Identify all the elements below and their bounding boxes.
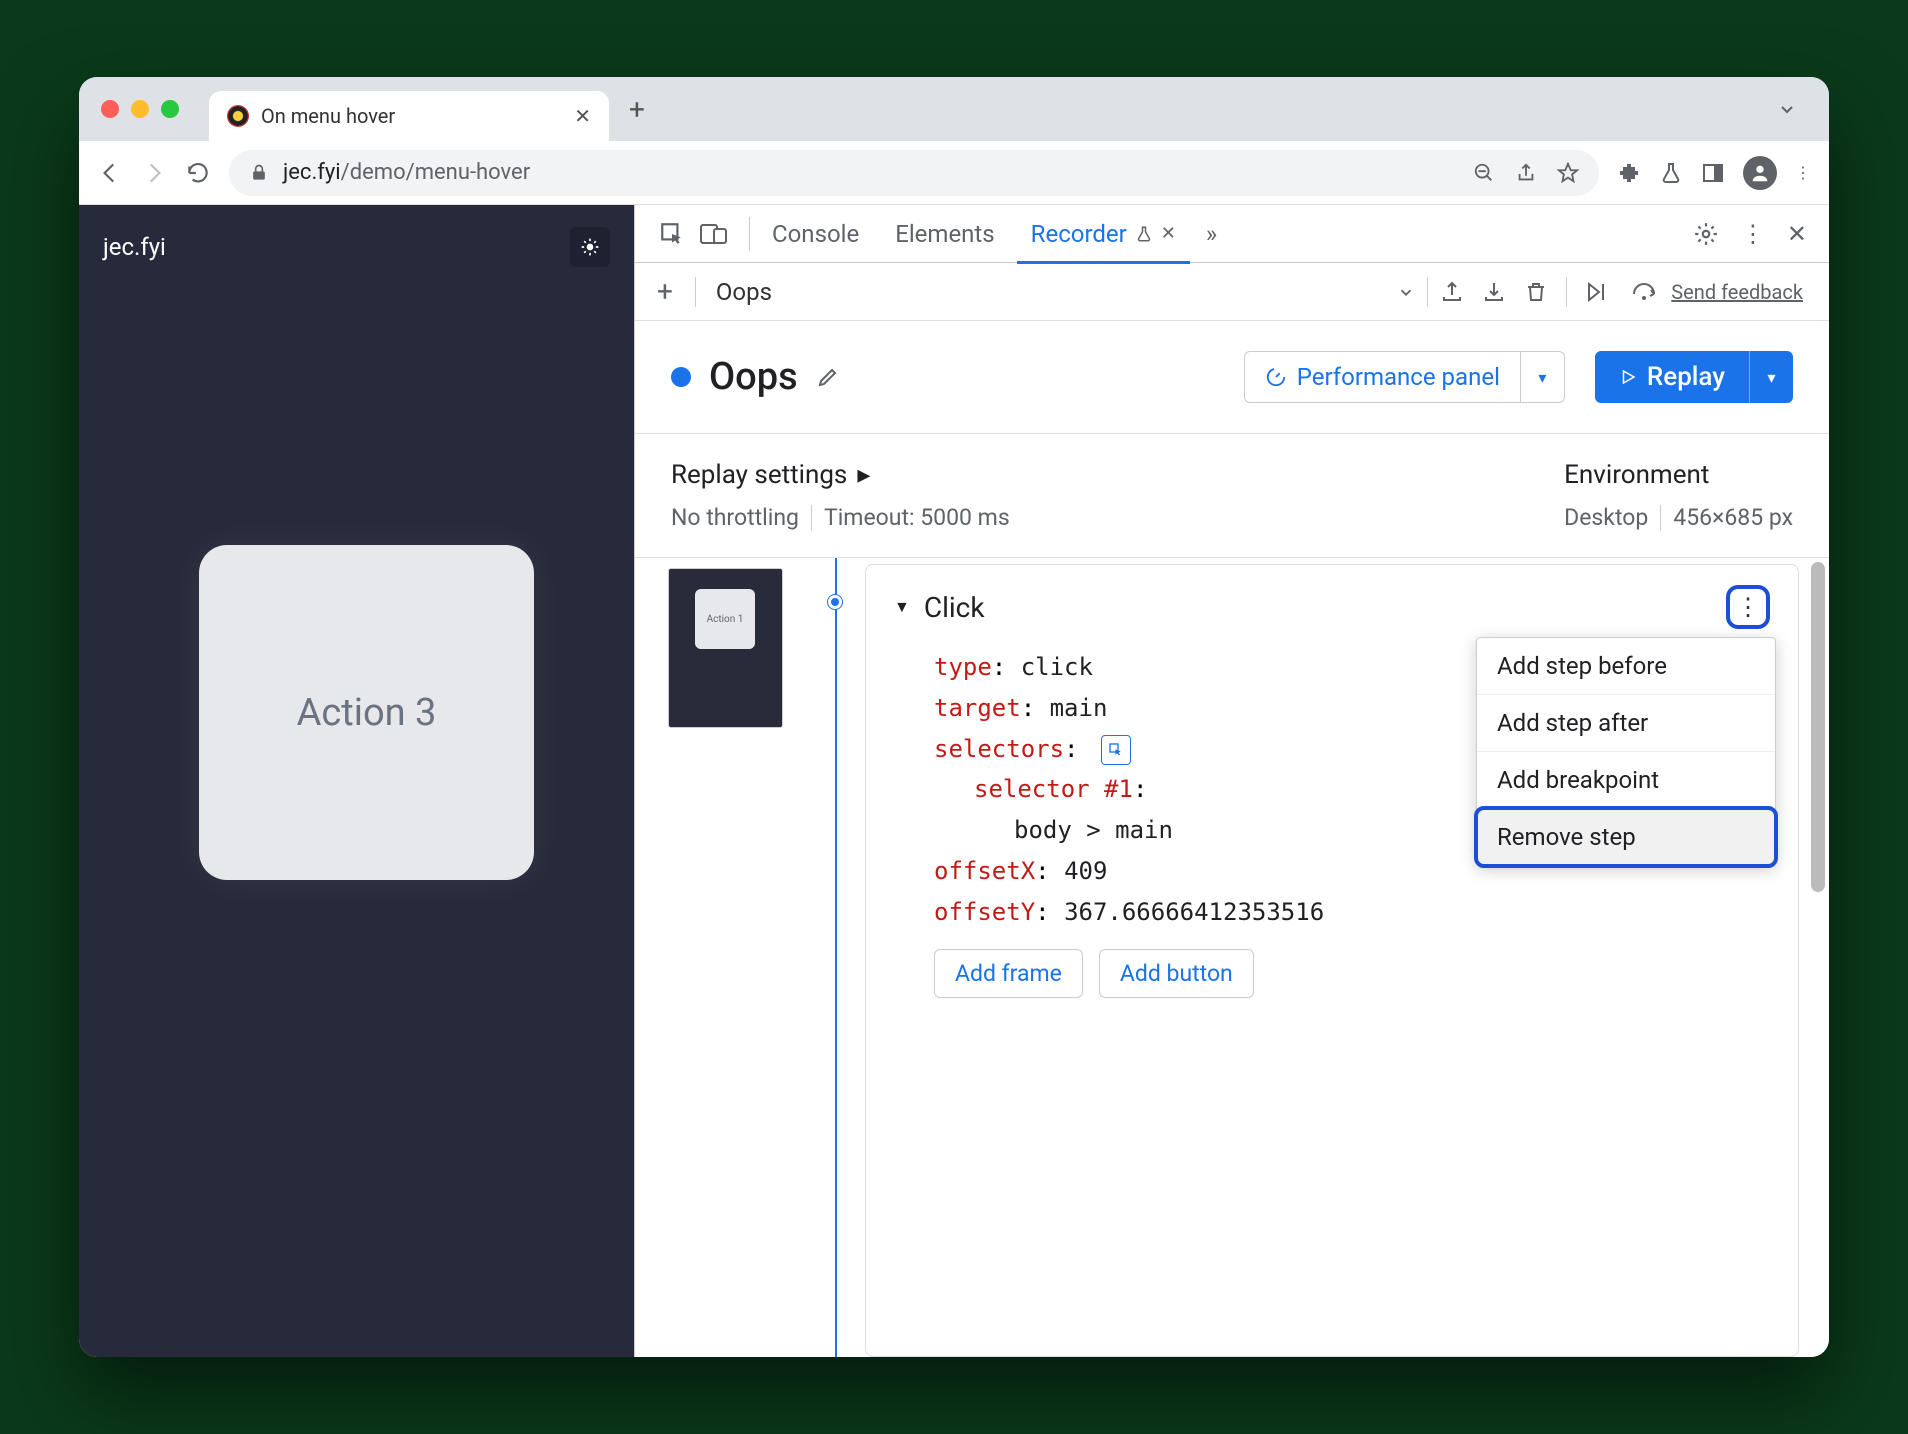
pick-selector-icon[interactable] (1101, 735, 1131, 765)
steps-area: Action 1 ▼ Click ⋮ type: click target: (635, 558, 1829, 1357)
performance-panel-button[interactable]: Performance panel ▾ (1244, 351, 1565, 403)
send-feedback-link[interactable]: Send feedback (1671, 280, 1803, 304)
devtools-panel: Console Elements Recorder ✕ » ⋮ ✕ + Oops (634, 205, 1829, 1357)
new-tab-button[interactable]: + (629, 93, 645, 126)
step-over-icon[interactable] (1631, 280, 1659, 304)
zoom-icon[interactable] (1473, 162, 1495, 184)
back-button[interactable] (97, 160, 123, 186)
tab-list-button[interactable] (1777, 99, 1797, 119)
scrollbar[interactable] (1811, 562, 1825, 892)
replay-settings-row: Replay settings ▸ No throttling Timeout:… (635, 434, 1829, 558)
edit-title-icon[interactable] (816, 365, 840, 389)
play-icon (1619, 368, 1637, 386)
forward-button[interactable] (141, 160, 167, 186)
profile-avatar[interactable] (1743, 156, 1777, 190)
browser-menu-icon[interactable]: ⋮ (1795, 163, 1811, 182)
gauge-icon (1265, 366, 1287, 388)
tab-elements[interactable]: Elements (881, 205, 1008, 263)
browser-tab[interactable]: On menu hover ✕ (209, 91, 609, 141)
share-icon[interactable] (1515, 162, 1537, 184)
delete-icon[interactable] (1524, 280, 1548, 304)
minimize-window-button[interactable] (131, 100, 149, 118)
ctx-add-step-after[interactable]: Add step after (1477, 695, 1775, 752)
timeline-node[interactable] (828, 595, 842, 609)
device-toggle-icon[interactable] (699, 221, 729, 247)
recording-dropdown-icon[interactable] (1397, 283, 1415, 301)
browser-window: On menu hover ✕ + jec.fyi/demo/menu-hove… (79, 77, 1829, 1357)
ctx-add-breakpoint[interactable]: Add breakpoint (1477, 752, 1775, 809)
recording-name-field[interactable]: Oops (708, 278, 1385, 306)
lock-icon (249, 163, 269, 183)
recording-status-dot (671, 367, 691, 387)
add-frame-button[interactable]: Add frame (934, 949, 1083, 998)
add-button-button[interactable]: Add button (1099, 949, 1254, 998)
kebab-menu-icon[interactable]: ⋮ (1741, 220, 1765, 248)
tab-console[interactable]: Console (758, 205, 873, 263)
favicon-icon (227, 105, 249, 127)
export-icon[interactable] (1440, 280, 1464, 304)
replay-button[interactable]: Replay ▾ (1595, 351, 1793, 403)
step-context-menu: Add step before Add step after Add break… (1476, 637, 1776, 866)
browser-tab-bar: On menu hover ✕ + (79, 77, 1829, 141)
replay-settings-toggle[interactable]: Replay settings ▸ (671, 460, 1010, 490)
step-card: ▼ Click ⋮ type: click target: main selec… (865, 564, 1799, 1357)
thumbnail-card: Action 1 (695, 589, 755, 649)
timeout-value: Timeout: 5000 ms (824, 504, 1010, 531)
url-text: jec.fyi/demo/menu-hover (283, 160, 1459, 185)
tab-title: On menu hover (261, 104, 562, 128)
close-devtools-icon[interactable]: ✕ (1787, 220, 1807, 248)
step-thumbnail[interactable]: Action 1 (668, 568, 783, 728)
import-icon[interactable] (1482, 280, 1506, 304)
recording-title: Oops (709, 355, 798, 399)
step-name: Click (924, 591, 985, 624)
environment-device: Desktop (1564, 504, 1648, 531)
reload-button[interactable] (185, 160, 211, 186)
panel-icon[interactable] (1701, 161, 1725, 185)
bookmark-icon[interactable] (1557, 162, 1579, 184)
close-tab-icon[interactable]: ✕ (1161, 223, 1176, 244)
ctx-remove-step[interactable]: Remove step (1477, 809, 1775, 865)
close-tab-icon[interactable]: ✕ (574, 104, 591, 128)
flask-icon (1135, 225, 1153, 243)
recording-header: Oops Performance panel ▾ Replay ▾ (635, 321, 1829, 434)
play-step-icon[interactable] (1585, 280, 1613, 304)
devtools-tabs: Console Elements Recorder ✕ » ⋮ ✕ (635, 205, 1829, 263)
throttling-value: No throttling (671, 504, 799, 531)
window-controls (101, 100, 179, 118)
maximize-window-button[interactable] (161, 100, 179, 118)
tab-recorder[interactable]: Recorder ✕ (1017, 205, 1190, 263)
step-more-button[interactable]: ⋮ (1726, 585, 1770, 629)
theme-toggle[interactable] (570, 227, 610, 267)
chevron-down-icon[interactable]: ▾ (1520, 352, 1564, 402)
close-window-button[interactable] (101, 100, 119, 118)
flask-icon[interactable] (1659, 161, 1683, 185)
webpage: jec.fyi Action 3 (79, 205, 634, 1357)
extensions-icon[interactable] (1617, 161, 1641, 185)
ctx-add-step-before[interactable]: Add step before (1477, 638, 1775, 695)
chevron-down-icon[interactable]: ▾ (1749, 351, 1793, 403)
site-title: jec.fyi (103, 233, 166, 261)
recorder-toolbar: + Oops Send feedback (635, 263, 1829, 321)
settings-icon[interactable] (1693, 221, 1719, 247)
action-card[interactable]: Action 3 (199, 545, 534, 880)
omnibox[interactable]: jec.fyi/demo/menu-hover (229, 150, 1599, 196)
chevron-right-icon: ▸ (857, 460, 870, 490)
more-tabs-icon[interactable]: » (1198, 220, 1225, 248)
environment-label: Environment (1564, 460, 1793, 490)
new-recording-button[interactable]: + (647, 275, 683, 308)
chevron-down-icon[interactable]: ▼ (894, 597, 910, 617)
inspect-icon[interactable] (659, 221, 685, 247)
address-bar: jec.fyi/demo/menu-hover ⋮ (79, 141, 1829, 205)
environment-size: 456×685 px (1673, 504, 1793, 531)
content-area: jec.fyi Action 3 Console Elements (79, 205, 1829, 1357)
timeline (815, 558, 855, 1357)
